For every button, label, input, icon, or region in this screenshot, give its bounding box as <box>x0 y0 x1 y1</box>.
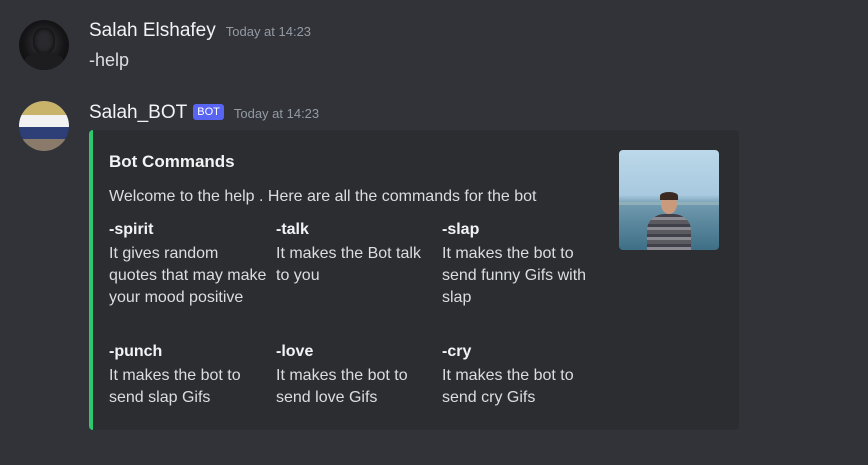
username[interactable]: Salah_BOT <box>89 102 187 124</box>
username[interactable]: Salah Elshafey <box>89 20 216 42</box>
embed-field: -cry It makes the bot to send cry Gifs <box>442 342 602 409</box>
message-header: Salah Elshafey Today at 14:23 <box>89 20 311 42</box>
embed: Bot Commands Welcome to the help . Here … <box>89 130 739 430</box>
avatar-banner-strip <box>19 127 69 139</box>
bot-avatar[interactable] <box>19 101 69 151</box>
embed-field: -love It makes the bot to send love Gifs <box>276 342 436 409</box>
embed-field: -talk It makes the Bot talk to you <box>276 220 436 287</box>
field-name: -punch <box>109 343 163 360</box>
embed-thumbnail[interactable] <box>619 150 719 250</box>
field-name: -slap <box>442 221 480 238</box>
bot-badge: BOT <box>193 104 224 120</box>
field-value: It makes the bot to send slap Gifs <box>109 367 241 406</box>
user-avatar[interactable] <box>19 20 69 70</box>
field-name: -cry <box>442 343 472 360</box>
field-name: -love <box>276 343 314 360</box>
field-value: It gives random quotes that may make you… <box>109 245 267 306</box>
field-name: -talk <box>276 221 309 238</box>
field-name: -spirit <box>109 221 154 238</box>
field-value: It makes the bot to send funny Gifs with… <box>442 245 587 306</box>
embed-title: Bot Commands <box>109 152 235 171</box>
field-value: It makes the Bot talk to you <box>276 245 421 284</box>
timestamp: Today at 14:23 <box>225 24 312 39</box>
message-content: -help <box>89 50 130 70</box>
field-value: It makes the bot to send cry Gifs <box>442 367 574 406</box>
thumbnail-person-hair <box>660 192 678 200</box>
timestamp: Today at 14:23 <box>233 106 320 121</box>
message-header: Salah_BOT BOT Today at 14:23 <box>89 102 319 124</box>
field-value: It makes the bot to send love Gifs <box>276 367 408 406</box>
embed-field: -slap It makes the bot to send funny Gif… <box>442 220 602 309</box>
thumbnail-person-body <box>647 214 691 250</box>
embed-field: -spirit It gives random quotes that may … <box>109 220 269 309</box>
avatar-face <box>33 28 55 54</box>
avatar-shoulders <box>23 52 65 70</box>
avatar-banner-top <box>19 101 69 115</box>
avatar-crowd <box>19 139 69 151</box>
avatar-banner-mid <box>19 115 69 127</box>
embed-field: -punch It makes the bot to send slap Gif… <box>109 342 269 409</box>
embed-description: Welcome to the help . Here are all the c… <box>109 188 537 205</box>
